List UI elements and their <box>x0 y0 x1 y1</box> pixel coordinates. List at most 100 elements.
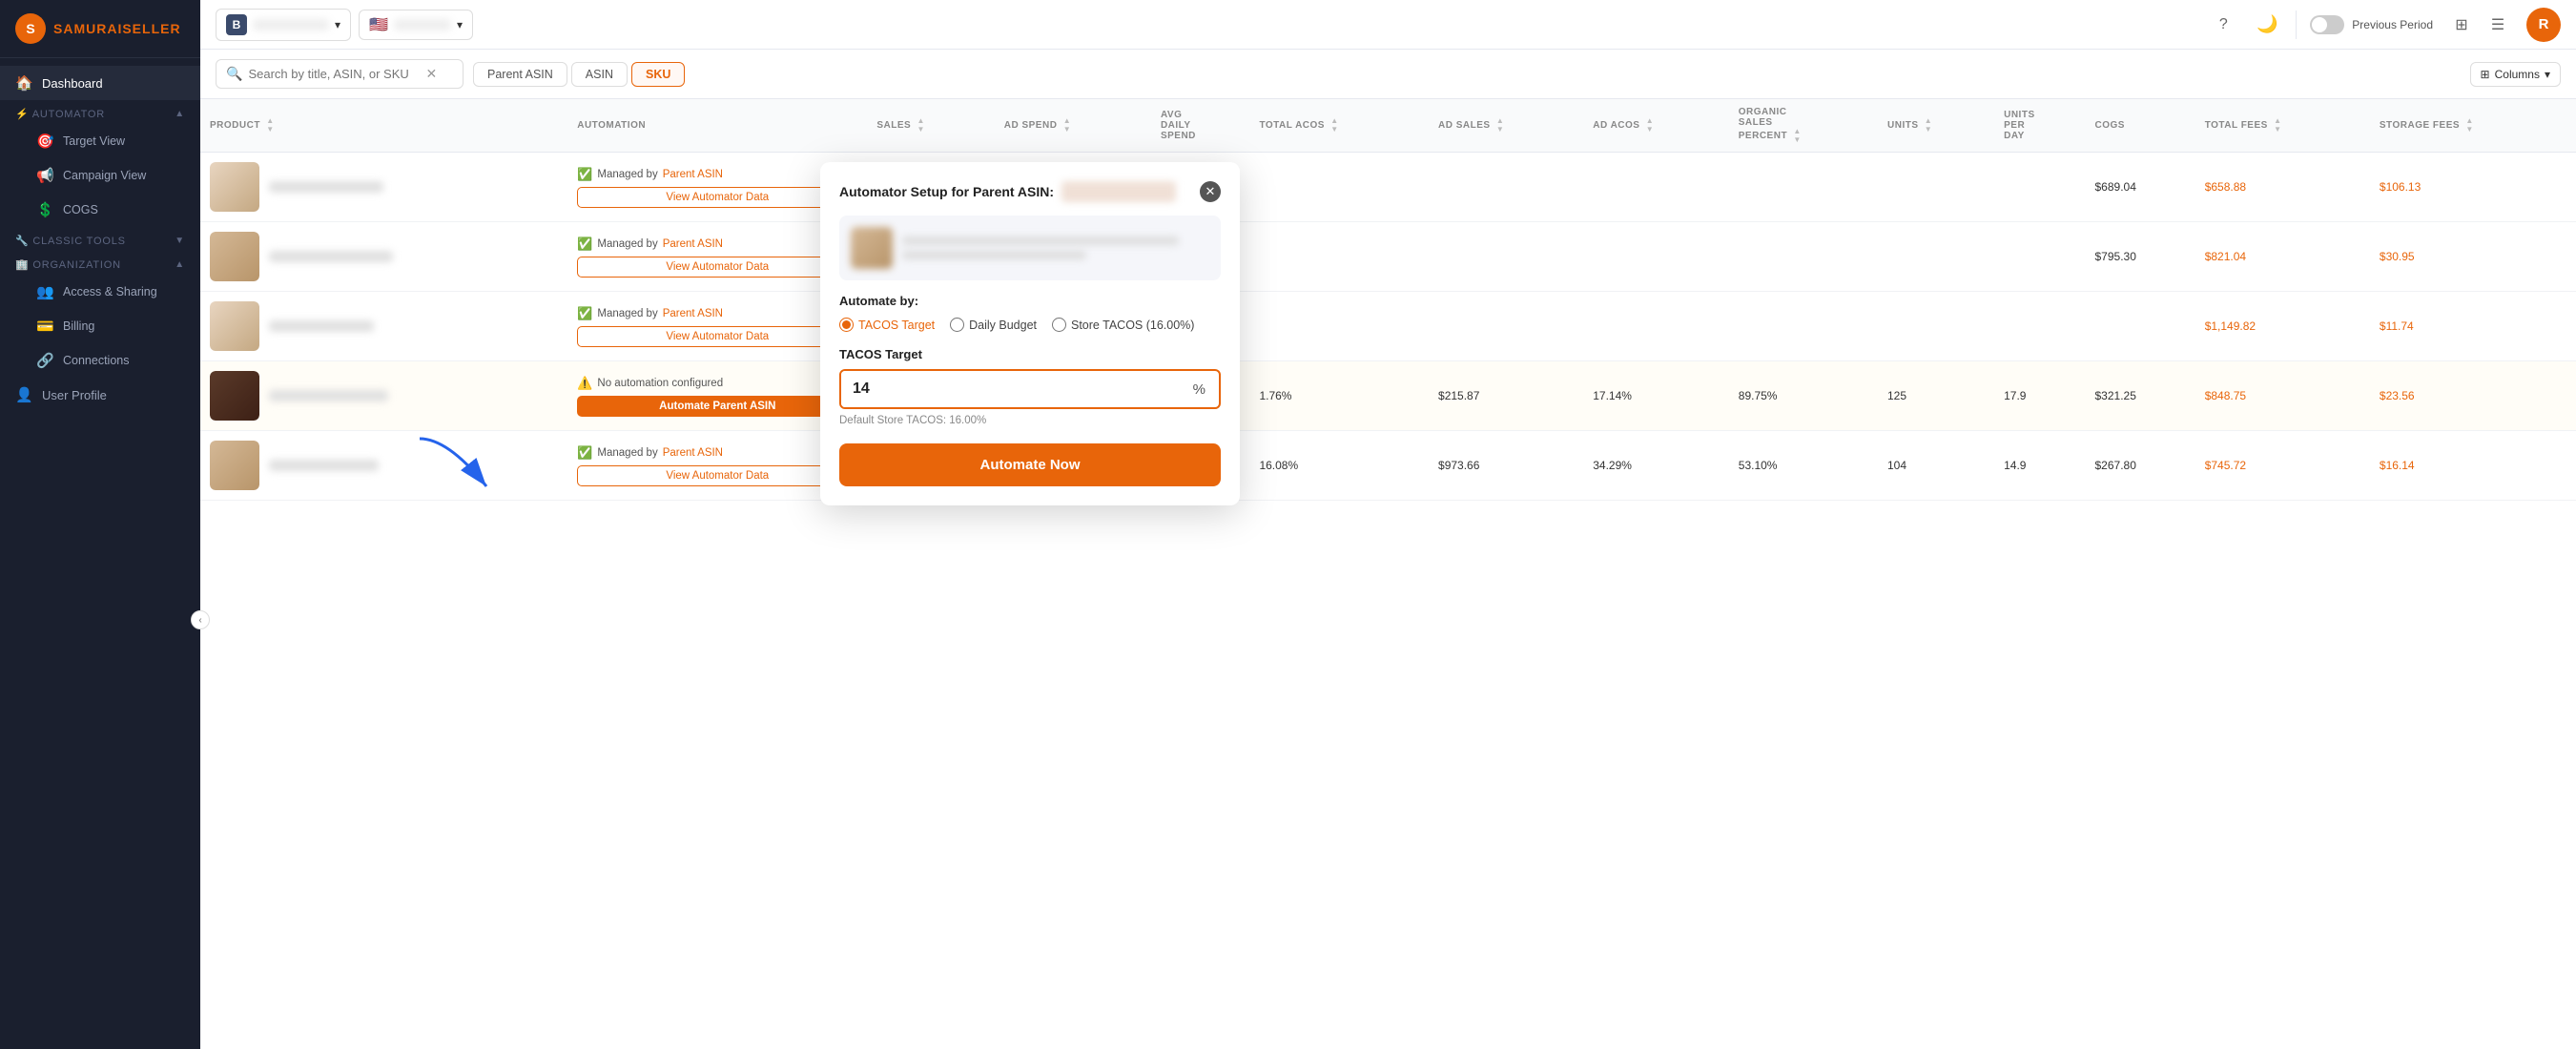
connections-label: Connections <box>63 354 130 367</box>
grid-view-button[interactable]: ⊞ <box>2446 10 2477 40</box>
ad-sales-sort-icon[interactable]: ▲▼ <box>1496 117 1504 134</box>
columns-chevron-icon: ▾ <box>2545 68 2550 81</box>
view-automator-button[interactable]: View Automator Data <box>577 326 857 347</box>
cogs-label: COGS <box>63 203 98 216</box>
ad-acos-cell: 17.14% <box>1583 361 1729 431</box>
filter-tab-parent-asin[interactable]: Parent ASIN <box>473 62 567 87</box>
th-automation: AUTOMATION <box>567 99 867 153</box>
automator-label: ⚡ Automator <box>15 108 105 120</box>
sidebar-item-cogs[interactable]: 💲 COGS <box>10 193 200 227</box>
sidebar-section-organization[interactable]: 🏢 Organization ▲ <box>0 251 200 275</box>
user-icon: 👤 <box>15 386 32 403</box>
search-input[interactable] <box>248 67 420 81</box>
units-sort-icon[interactable]: ▲▼ <box>1925 117 1932 134</box>
radio-tacos-input[interactable] <box>839 318 854 332</box>
ad-spend-sort-icon[interactable]: ▲▼ <box>1063 117 1071 134</box>
product-title <box>269 390 388 401</box>
region-dropdown[interactable]: 🇺🇸 ▾ <box>359 10 473 40</box>
cogs-cell <box>2086 292 2195 361</box>
view-automator-button[interactable]: View Automator Data <box>577 187 857 208</box>
no-automation-text: No automation configured <box>597 378 723 389</box>
modal-close-button[interactable]: ✕ <box>1200 181 1221 202</box>
sidebar-item-connections[interactable]: 🔗 Connections <box>10 343 200 378</box>
product-title <box>269 251 393 262</box>
radio-daily-input[interactable] <box>950 318 964 332</box>
storage-fees-cell: $106.13 <box>2370 153 2576 222</box>
product-sort-icon[interactable]: ▲▼ <box>266 117 274 134</box>
ad-acos-cell <box>1583 153 1729 222</box>
total-acos-cell: 1.76% <box>1249 361 1429 431</box>
product-thumbnail <box>210 232 259 281</box>
radio-tacos-target[interactable]: TACOS Target <box>839 318 935 332</box>
radio-store-tacos[interactable]: Store TACOS (16.00%) <box>1052 318 1194 332</box>
parent-asin-link[interactable]: Parent ASIN <box>663 169 723 180</box>
automation-status: ✅ Managed by Parent ASIN View Automator … <box>577 167 857 208</box>
dashboard-label: Dashboard <box>42 76 103 91</box>
automator-setup-modal[interactable]: Automator Setup for Parent ASIN: ✕ Autom… <box>820 162 1240 505</box>
sidebar-item-billing[interactable]: 💳 Billing <box>10 309 200 343</box>
sidebar-section-classic-tools[interactable]: 🔧 Classic Tools ▼ <box>0 227 200 251</box>
sidebar-item-campaign-view[interactable]: 📢 Campaign View <box>10 158 200 193</box>
parent-asin-link[interactable]: Parent ASIN <box>663 308 723 319</box>
th-ad-acos: AD ACOS ▲▼ <box>1583 99 1729 153</box>
total-fees-cell: $848.75 <box>2195 361 2370 431</box>
help-button[interactable]: ? <box>2208 10 2238 40</box>
modal-product-thumb <box>851 227 893 269</box>
parent-asin-link[interactable]: Parent ASIN <box>663 447 723 459</box>
ad-acos-sort-icon[interactable]: ▲▼ <box>1646 117 1654 134</box>
view-automator-button[interactable]: View Automator Data <box>577 465 857 486</box>
default-tacos-text: Default Store TACOS: 16.00% <box>839 415 1221 426</box>
topbar-right: ? 🌙 Previous Period ⊞ ☰ R <box>2208 8 2561 42</box>
target-icon: 🎯 <box>36 133 53 150</box>
sidebar-item-user-profile[interactable]: 👤 User Profile <box>0 378 200 412</box>
campaign-view-label: Campaign View <box>63 169 146 182</box>
clear-search-icon[interactable]: ✕ <box>425 66 437 82</box>
storage-fees-sort-icon[interactable]: ▲▼ <box>2465 117 2473 134</box>
product-image <box>210 232 259 281</box>
sidebar-section-automator[interactable]: ⚡ Automator ▲ <box>0 100 200 124</box>
units-per-day-cell <box>1994 153 2085 222</box>
workspace-dropdown[interactable]: B ▾ <box>216 9 351 41</box>
check-icon: ✅ <box>577 445 592 461</box>
tacos-value-input[interactable] <box>841 371 1180 407</box>
automation-status: ✅ Managed by Parent ASIN View Automator … <box>577 445 857 486</box>
total-acos-sort-icon[interactable]: ▲▼ <box>1330 117 1338 134</box>
table-header-row: PRODUCT ▲▼ AUTOMATION SALES ▲▼ AD SPEND … <box>200 99 2576 153</box>
automate-now-button[interactable]: Automate Now <box>839 443 1221 486</box>
connections-icon: 🔗 <box>36 352 53 369</box>
product-col <box>210 232 558 281</box>
units-per-day-cell: 14.9 <box>1994 431 2085 501</box>
radio-store-input[interactable] <box>1052 318 1066 332</box>
total-fees-cell: $745.72 <box>2195 431 2370 501</box>
sidebar-item-access-sharing[interactable]: 👥 Access & Sharing <box>10 275 200 309</box>
product-image <box>210 162 259 212</box>
list-view-button[interactable]: ☰ <box>2483 10 2513 40</box>
classic-tools-label: 🔧 Classic Tools <box>15 235 126 247</box>
organization-label: 🏢 Organization <box>15 258 121 271</box>
flag-icon: 🇺🇸 <box>369 15 388 34</box>
columns-button[interactable]: ⊞ Columns ▾ <box>2470 62 2561 87</box>
billing-label: Billing <box>63 319 94 333</box>
total-acos-cell: 16.08% <box>1249 431 1429 501</box>
total-acos-cell <box>1249 153 1429 222</box>
parent-asin-link[interactable]: Parent ASIN <box>663 238 723 250</box>
units-cell: 125 <box>1878 361 1994 431</box>
sidebar-collapse-button[interactable]: ‹ <box>191 610 210 629</box>
sales-sort-icon[interactable]: ▲▼ <box>917 117 925 134</box>
avatar[interactable]: R <box>2526 8 2561 42</box>
product-cell <box>200 153 567 222</box>
total-fees-cell: $658.88 <box>2195 153 2370 222</box>
organic-sort-icon[interactable]: ▲▼ <box>1793 128 1801 144</box>
table-row: ✅ Managed by Parent ASIN View Automator … <box>200 292 2576 361</box>
toggle-switch[interactable] <box>2310 15 2344 34</box>
view-automator-button[interactable]: View Automator Data <box>577 257 857 278</box>
automate-parent-asin-button[interactable]: Automate Parent ASIN <box>577 396 857 417</box>
theme-button[interactable]: 🌙 <box>2252 10 2282 40</box>
radio-daily-budget[interactable]: Daily Budget <box>950 318 1037 332</box>
filter-tab-asin[interactable]: ASIN <box>571 62 628 87</box>
total-fees-sort-icon[interactable]: ▲▼ <box>2274 117 2281 134</box>
sidebar-item-dashboard[interactable]: 🏠 Dashboard <box>0 66 200 100</box>
filter-tab-sku[interactable]: SKU <box>631 62 685 87</box>
units-cell <box>1878 153 1994 222</box>
sidebar-item-target-view[interactable]: 🎯 Target View <box>10 124 200 158</box>
